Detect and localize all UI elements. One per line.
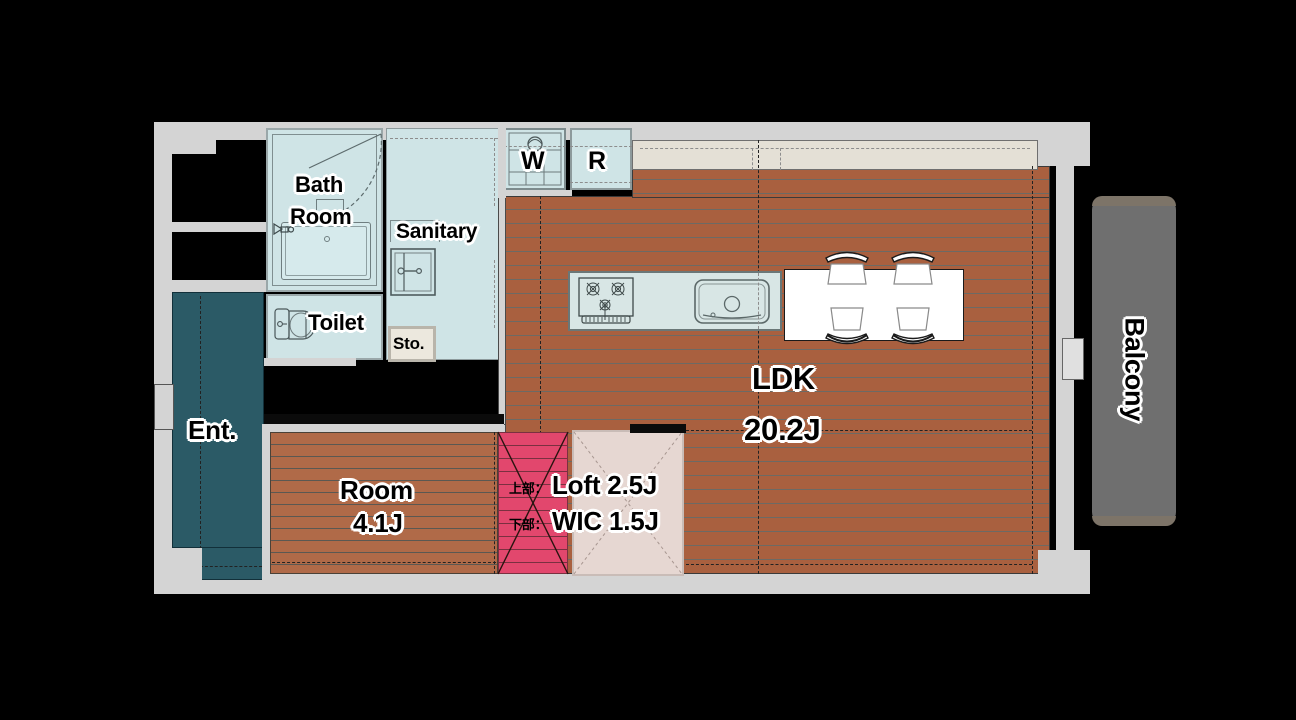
- wic-door-header[interactable]: [630, 424, 686, 433]
- wall-notch-upper-left: [154, 122, 216, 154]
- dining-chair-bottom-right: [891, 307, 935, 345]
- balcony-slab: [1092, 196, 1176, 526]
- room-floor: [270, 432, 498, 574]
- wall-band-left-lower: [154, 280, 268, 292]
- refrigerator-alcove: [570, 128, 632, 190]
- sanitary-right-guide-2: [494, 260, 495, 328]
- exterior-wall-left: [154, 122, 172, 594]
- void-area-upper-left: [172, 140, 268, 290]
- bath-faucet-icon: [273, 222, 295, 236]
- ldk-counter-div-2: [780, 148, 781, 170]
- stair-diagonal-lines: [497, 431, 569, 575]
- entrance-floor-step: [200, 548, 264, 580]
- bath-door-swing-icon: [302, 133, 382, 225]
- ldk-guide-line-3: [1032, 166, 1033, 574]
- room-guide-bottom: [272, 562, 496, 563]
- entrance-guide-line: [200, 296, 201, 574]
- sanitary-right-guide: [494, 138, 495, 206]
- wall-divider-left-mid: [154, 222, 268, 232]
- washer-icon: [508, 132, 562, 186]
- wall-corner-top-right: [1038, 122, 1090, 166]
- refrigerator-guide-line: [570, 146, 632, 147]
- dining-chair-bottom-left: [825, 307, 869, 345]
- wic-diagonal-lines: [573, 431, 683, 575]
- corridor-wall-bottom: [264, 414, 504, 424]
- refrigerator-guide-line-2: [570, 182, 632, 183]
- ldk-counter-guide: [640, 148, 1030, 149]
- exterior-wall-bottom: [154, 574, 1074, 594]
- ldk-left-partition: [498, 196, 506, 426]
- dining-table: [784, 269, 964, 341]
- toilet-fixture-icon: [274, 308, 316, 340]
- wall-band-above-void-strip: [264, 358, 356, 366]
- balcony-cap-top: [1092, 196, 1176, 206]
- entrance-threshold-line: [200, 566, 262, 567]
- sanitary-upper-guide: [390, 138, 498, 139]
- washer-guide-line: [504, 146, 566, 147]
- room-wall-left: [262, 424, 270, 580]
- sanitary-basin-icon: [390, 248, 436, 296]
- bathtub-drain: [324, 236, 330, 242]
- balcony-cap-bottom: [1092, 516, 1176, 526]
- wall-left-of-entrance-bottom: [154, 548, 202, 594]
- ldk-guide-line-2: [758, 140, 759, 574]
- ldk-floor-upper-right: [632, 166, 1050, 198]
- entrance-floor: [172, 292, 264, 548]
- sanitary-vanity: [390, 220, 440, 242]
- balcony-door-opening[interactable]: [1062, 338, 1084, 380]
- ldk-guide-line-bottom-2: [686, 430, 1032, 431]
- dining-chair-top-right: [891, 251, 935, 285]
- ldk-guide-line-bottom: [686, 564, 1032, 565]
- storage-closet: [388, 326, 436, 362]
- wall-corner-bottom-right: [1038, 550, 1090, 594]
- kitchen-island-guide: [758, 273, 759, 329]
- dining-chair-top-left: [825, 251, 869, 285]
- stove-icon: [578, 277, 634, 324]
- floor-plan-canvas: Ent. Bath Room Toilet Sanitary Sto. W R …: [0, 0, 1296, 720]
- bathtub-inner: [285, 226, 367, 276]
- ldk-counter-div-1: [752, 148, 753, 170]
- ldk-top-counter: [632, 140, 1038, 170]
- wall-stub-sanitary-right: [498, 128, 506, 198]
- entrance-door-opening[interactable]: [154, 384, 174, 430]
- room-guide-right: [494, 432, 495, 574]
